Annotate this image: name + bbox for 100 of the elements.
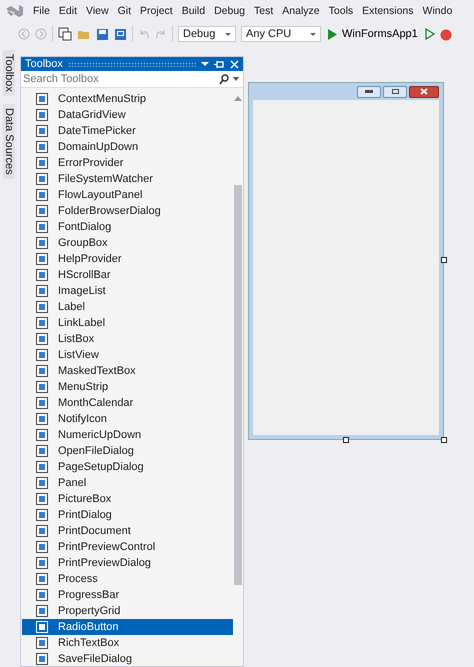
control-icon [36,573,48,585]
toolbox-item[interactable]: DataGridView [22,107,233,123]
search-icon[interactable] [219,74,229,84]
control-icon [36,205,48,217]
toolbox-item[interactable]: FileSystemWatcher [22,171,233,187]
control-icon [36,509,48,521]
toolbox-item[interactable]: PropertyGrid [22,603,233,619]
panel-title: Toolbox [25,58,63,70]
toolbox-item[interactable]: FlowLayoutPanel [22,187,233,203]
close-button[interactable] [409,86,439,98]
maximize-button[interactable] [383,86,407,98]
control-icon [36,589,48,601]
control-icon [36,285,48,297]
toolbox-item[interactable]: MonthCalendar [22,395,233,411]
control-icon [36,525,48,537]
toolbox-item[interactable]: RichTextBox [22,635,233,651]
play-icon [328,28,337,40]
toolbox-item[interactable]: DomainUpDown [22,139,233,155]
platform-dropdown[interactable]: Any CPU [241,26,321,42]
toolbox-item[interactable]: PageSetupDialog [22,459,233,475]
control-icon [36,109,48,121]
toolbox-item[interactable]: ErrorProvider [22,155,233,171]
control-icon [36,125,48,137]
toolbox-item[interactable]: PrintPreviewControl [22,539,233,555]
control-icon [36,269,48,281]
toolbox-item[interactable]: OpenFileDialog [22,443,233,459]
caret-icon[interactable] [233,77,239,81]
control-icon [36,221,48,233]
toolbox-item[interactable]: Label [22,299,233,315]
close-icon[interactable] [230,60,239,68]
control-icon [36,477,48,489]
run-icon[interactable] [424,28,435,40]
control-icon [36,413,48,425]
toolbox-item[interactable]: HScrollBar [22,267,233,283]
minimize-button[interactable] [357,86,381,98]
toolbox-item[interactable]: ContextMenuStrip [22,91,233,107]
toolbox-item[interactable]: DateTimePicker [22,123,233,139]
control-icon [36,157,48,169]
control-icon [36,621,48,633]
toolbox-item[interactable]: NotifyIcon [22,411,233,427]
toolbox-item[interactable]: FontDialog [22,219,233,235]
toolbox-item[interactable]: ProgressBar [22,587,233,603]
control-icon [36,189,48,201]
control-icon [36,493,48,505]
menu-item[interactable]: Tools [328,5,354,17]
start-button[interactable]: WinFormsApp1 [326,28,420,40]
control-icon [36,429,48,441]
menu-item[interactable]: View [86,5,109,17]
toolbox-item[interactable]: PictureBox [22,491,233,507]
toolbox-item[interactable]: FolderBrowserDialog [22,203,233,219]
search-box[interactable]: Search Toolbox [21,71,243,88]
control-icon [36,381,48,393]
menu-item[interactable]: Project [140,5,173,17]
menu-item[interactable]: Git [118,5,132,17]
control-icon [36,317,48,329]
control-icon [36,173,48,185]
menu-item[interactable]: Analyze [282,5,320,17]
pin-icon[interactable] [214,60,225,68]
menu-item[interactable]: Windo [422,5,452,17]
scroll-up-icon[interactable] [234,96,242,101]
side-tab[interactable]: Data Sources [3,104,15,179]
toolbox-item[interactable]: MaskedTextBox [22,363,233,379]
resize-handle[interactable] [441,437,447,443]
toolbox-item[interactable]: LinkLabel [22,315,233,331]
menu-item[interactable]: Extensions [362,5,414,17]
control-icon [36,349,48,361]
control-icon [36,605,48,617]
scrollbar-thumb[interactable] [234,185,242,585]
control-icon [36,93,48,105]
menu-item[interactable]: Build [182,5,206,17]
side-tab[interactable]: Toolbox [3,50,15,96]
toolbox-item[interactable]: PrintDocument [22,523,233,539]
toolbox-item[interactable]: HelpProvider [22,251,233,267]
save-all-icon[interactable] [114,28,127,40]
toolbox-item[interactable]: GroupBox [22,235,233,251]
toolbox-item[interactable]: ImageList [22,283,233,299]
toolbox-item[interactable]: PrintPreviewDialog [22,555,233,571]
toolbox-item[interactable]: NumericUpDown [22,427,233,443]
dropdown-icon[interactable] [201,61,209,67]
toolbox-item[interactable]: MenuStrip [22,379,233,395]
resize-handle[interactable] [441,257,447,263]
resize-handle[interactable] [343,437,349,443]
save-icon[interactable] [96,28,109,40]
toolbox-item[interactable]: SaveFileDialog [22,651,233,667]
new-project-icon[interactable] [58,27,72,41]
control-icon [36,141,48,153]
menu-item[interactable]: Debug [214,5,246,17]
toolbox-item[interactable]: ListView [22,347,233,363]
menu-item[interactable]: Edit [58,5,78,17]
control-icon [36,461,48,473]
configuration-dropdown[interactable]: Debug [178,26,236,42]
toolbox-item[interactable]: Process [22,571,233,587]
toolbox-item[interactable]: Panel [22,475,233,491]
toolbox-item[interactable]: ListBox [22,331,233,347]
menu-item[interactable]: Test [254,5,274,17]
toolbox-item[interactable]: RadioButton [22,619,233,635]
menu-item[interactable]: File [33,5,50,17]
control-icon [36,365,48,377]
toolbox-item[interactable]: PrintDialog [22,507,233,523]
search-field[interactable]: Search Toolbox [23,73,215,85]
